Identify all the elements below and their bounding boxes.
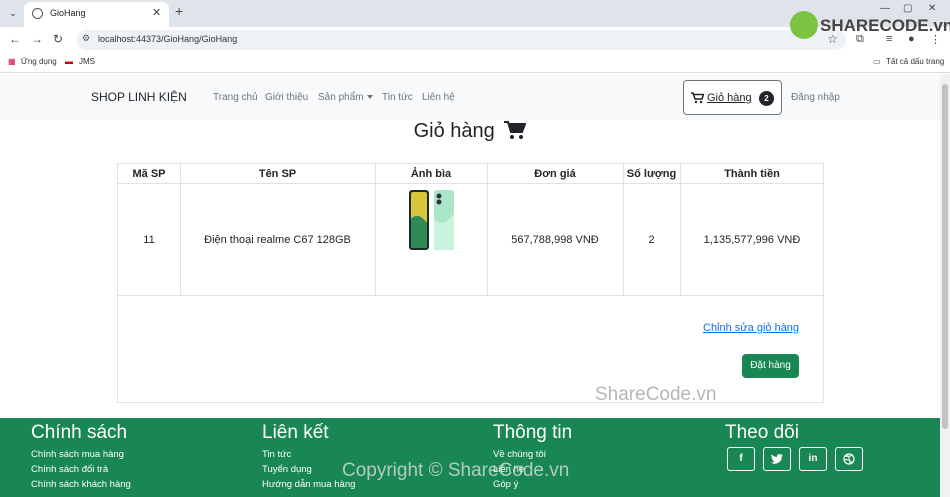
reload-icon[interactable]: ↻ bbox=[53, 32, 63, 46]
footer-link[interactable]: Tuyển dụng bbox=[262, 464, 312, 475]
site-settings-icon[interactable]: ⚙ bbox=[82, 33, 90, 44]
cart-icon bbox=[504, 121, 527, 139]
nav-products-label: Sản phẩm bbox=[318, 92, 364, 103]
cell-quantity: 2 bbox=[648, 234, 655, 246]
tab-list-button[interactable]: ⌄ bbox=[6, 6, 20, 20]
cart-table: Mã SP Tên SP Ảnh bìa Đơn giá Số lượng Th… bbox=[117, 163, 824, 403]
all-bookmarks[interactable]: Tất cả dấu trang bbox=[886, 57, 944, 66]
page-title: Giỏ hàng bbox=[0, 120, 940, 143]
linkedin-icon[interactable]: in bbox=[799, 447, 827, 471]
footer-link[interactable]: Về chúng tôi bbox=[493, 449, 546, 460]
copyright-watermark: Copyright © ShareCode.vn bbox=[342, 460, 570, 481]
sharecode-logo-text: SHARECODE.vn bbox=[820, 16, 950, 35]
footer-link[interactable]: Tin tức bbox=[262, 449, 291, 460]
cell-unit-price: 567,788,998 VNĐ bbox=[511, 234, 599, 246]
cart-icon bbox=[691, 92, 704, 104]
footer-info-title: Thông tin bbox=[493, 422, 573, 443]
nav-home[interactable]: Trang chủ bbox=[213, 92, 258, 103]
footer-link[interactable]: Chính sách đổi trả bbox=[31, 464, 108, 475]
watermark-text: ShareCode.vn bbox=[595, 384, 717, 405]
url-field[interactable]: ⚙ localhost:44373/GioHang/GioHang ☆ bbox=[76, 30, 846, 50]
header-product-name: Tên SP bbox=[258, 168, 297, 180]
footer-follow-title: Theo dõi bbox=[725, 422, 799, 443]
folder-icon: ▭ bbox=[873, 57, 881, 66]
footer-policy-title: Chính sách bbox=[31, 422, 128, 443]
edit-cart-link[interactable]: Chỉnh sửa giỏ hàng bbox=[703, 322, 799, 334]
login-link[interactable]: Đăng nhập bbox=[791, 92, 840, 103]
new-tab-button[interactable]: + bbox=[175, 3, 183, 19]
apps-grid-icon[interactable]: ▦ bbox=[8, 57, 16, 66]
footer-link[interactable]: Chính sách khách hàng bbox=[31, 479, 131, 490]
site-navbar: SHOP LINH KIỆN Trang chủ Giới thiệu Sản … bbox=[0, 74, 940, 120]
facebook-icon[interactable]: f bbox=[727, 447, 755, 471]
product-image bbox=[408, 189, 456, 256]
globe-icon bbox=[32, 8, 43, 19]
nav-contact[interactable]: Liên hệ bbox=[422, 92, 455, 103]
page-viewport: SHOP LINH KIỆN Trang chủ Giới thiệu Sản … bbox=[0, 74, 940, 497]
header-image: Ảnh bìa bbox=[410, 168, 452, 180]
tab-close-icon[interactable]: ✕ bbox=[152, 6, 161, 19]
header-product-id: Mã SP bbox=[132, 168, 166, 180]
close-window-icon[interactable]: ✕ bbox=[928, 3, 936, 14]
tab-title: GioHang bbox=[50, 8, 86, 18]
nav-about[interactable]: Giới thiệu bbox=[265, 92, 308, 103]
sharecode-logo: SHARECODE.vn bbox=[790, 11, 950, 41]
bookmarks-bar: ▦ Ứng dụng ▬ JMS ▭ Tất cả dấu trang bbox=[0, 53, 950, 73]
bookmark-apps[interactable]: Ứng dụng bbox=[21, 57, 57, 66]
nav-products[interactable]: Sản phẩm bbox=[318, 92, 373, 103]
cell-product-id: 11 bbox=[143, 234, 155, 246]
cell-total: 1,135,577,996 VNĐ bbox=[703, 234, 801, 246]
phone-image-icon bbox=[409, 190, 454, 250]
page-title-text: Giỏ hàng bbox=[413, 120, 495, 142]
forward-icon[interactable]: → bbox=[31, 32, 43, 46]
header-total: Thành tiền bbox=[724, 168, 780, 180]
header-unit-price: Đơn giá bbox=[534, 168, 576, 180]
site-brand[interactable]: SHOP LINH KIỆN bbox=[91, 90, 187, 104]
cart-label: Giỏ hàng bbox=[707, 92, 752, 104]
bookmark-jms[interactable]: JMS bbox=[79, 57, 95, 66]
cart-count-badge: 2 bbox=[759, 91, 774, 106]
page-scrollbar[interactable] bbox=[940, 74, 950, 497]
nav-news[interactable]: Tin tức bbox=[382, 92, 413, 103]
footer-link[interactable]: Chính sách mua hàng bbox=[31, 449, 124, 460]
cart-button[interactable]: Giỏ hàng 2 bbox=[683, 80, 782, 115]
cell-product-name: Điện thoại realme C67 128GB bbox=[204, 234, 351, 246]
twitter-bird-icon bbox=[771, 454, 783, 464]
back-icon[interactable]: ← bbox=[9, 32, 21, 46]
header-quantity: Số lượng bbox=[626, 168, 677, 180]
site-footer: Chính sách Chính sách mua hàng Chính sác… bbox=[0, 418, 940, 497]
dribbble-ball-icon bbox=[843, 453, 855, 465]
footer-links-title: Liên kết bbox=[262, 422, 329, 443]
browser-tab[interactable]: GioHang ✕ bbox=[24, 2, 169, 27]
order-button[interactable]: Đặt hàng bbox=[742, 354, 799, 378]
caret-down-icon bbox=[366, 95, 373, 100]
sharecode-logo-icon bbox=[790, 11, 818, 39]
jms-icon: ▬ bbox=[65, 57, 73, 66]
scrollbar-thumb[interactable] bbox=[942, 84, 948, 429]
twitter-icon[interactable] bbox=[763, 447, 791, 471]
url-text: localhost:44373/GioHang/GioHang bbox=[98, 34, 238, 44]
dribbble-icon[interactable] bbox=[835, 447, 863, 471]
